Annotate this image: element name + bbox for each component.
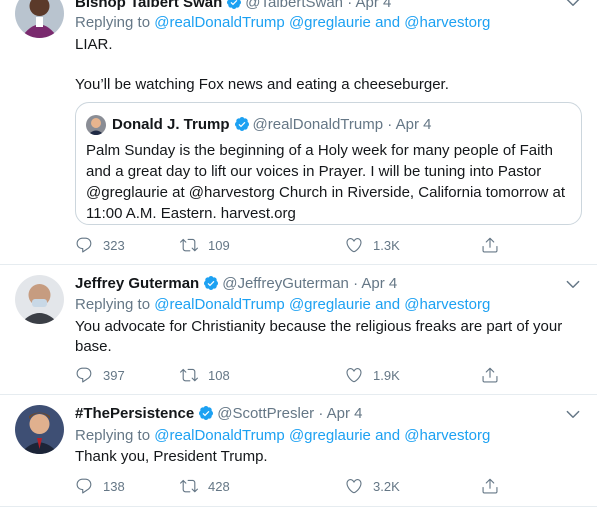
reply-button[interactable]: 138 [75,476,125,496]
chevron-down-icon[interactable] [564,0,582,11]
retweet-button[interactable]: 428 [180,476,230,496]
like-count: 1.9K [373,367,400,383]
replying-to: Replying to @realDonaldTrump @greglaurie… [75,296,491,313]
separator-dot: · [318,405,324,422]
mention-link[interactable]: @greglaurie [289,427,371,444]
replying-to: Replying to @realDonaldTrump @greglaurie… [75,427,491,444]
mention-link[interactable]: @realDonaldTrump [154,14,285,31]
like-icon [345,236,363,254]
reply-icon [75,236,93,254]
like-icon [345,366,363,384]
tweet-actions: 138 428 3.2K [75,476,505,496]
mention-link[interactable]: @harvestorg [404,14,490,31]
tweet-card[interactable]: #ThePersistence @ScottPresler · Apr 4 Rep… [0,395,597,507]
like-count: 1.3K [373,237,400,253]
tweet-text: Thank you, President Trump. [75,448,268,465]
like-button[interactable]: 1.3K [345,235,400,255]
quoted-tweet-header: Donald J. Trump @realDonaldTrump · Apr 4 [112,115,431,135]
timestamp[interactable]: Apr 4 [327,405,363,422]
chevron-down-icon[interactable] [564,275,582,293]
verified-badge-icon [198,405,214,421]
mention-link[interactable]: @realDonaldTrump [154,296,285,313]
separator-dot: · [387,116,393,133]
mention-link[interactable]: @harvestorg [404,427,490,444]
reply-button[interactable]: 397 [75,365,125,385]
reply-icon [75,477,93,495]
share-button[interactable] [481,235,499,255]
retweet-button[interactable]: 109 [180,235,230,255]
retweet-count: 428 [208,478,230,494]
mention-link[interactable]: @harvestorg [404,296,490,313]
avatar[interactable] [15,405,64,454]
verified-badge-icon [234,116,250,132]
display-name[interactable]: #ThePersistence [75,405,194,422]
username[interactable]: @TalbertSwan [245,0,343,11]
quoted-tweet[interactable]: Donald J. Trump @realDonaldTrump · Apr 4 … [75,102,582,225]
timestamp[interactable]: Apr 4 [361,275,397,292]
retweet-button[interactable]: 108 [180,365,230,385]
verified-badge-icon [226,0,242,10]
display-name[interactable]: Jeffrey Guterman [75,275,199,292]
avatar [86,115,106,135]
tweet-actions: 397 108 1.9K [75,365,505,385]
share-icon [481,366,499,384]
display-name[interactable]: Bishop Talbert Swan [75,0,222,11]
timestamp: Apr 4 [395,116,432,133]
username[interactable]: @ScottPresler [217,405,314,422]
tweet-header: Jeffrey Guterman @JeffreyGuterman · Apr 4 [75,274,397,294]
like-icon [345,477,363,495]
chevron-down-icon[interactable] [564,405,582,423]
reply-icon [75,366,93,384]
share-icon [481,236,499,254]
retweet-icon [180,477,198,495]
avatar[interactable] [15,0,64,38]
replying-to: Replying to @realDonaldTrump @greglaurie… [75,14,491,31]
reply-count: 323 [103,237,125,253]
retweet-icon [180,366,198,384]
avatar[interactable] [15,275,64,324]
username[interactable]: @JeffreyGuterman [222,275,349,292]
tweet-text: LIAR. You’ll be watching Fox news and ea… [75,36,449,93]
mention-link[interactable]: @realDonaldTrump [154,427,285,444]
tweet-header: #ThePersistence @ScottPresler · Apr 4 [75,404,363,424]
retweet-count: 108 [208,367,230,383]
share-icon [481,477,499,495]
share-button[interactable] [481,476,499,496]
like-button[interactable]: 3.2K [345,476,400,496]
tweet-header: Bishop Talbert Swan @TalbertSwan · Apr 4 [75,0,391,13]
separator-dot: · [353,275,359,292]
display-name: Donald J. Trump [112,116,230,133]
like-count: 3.2K [373,478,400,494]
retweet-count: 109 [208,237,230,253]
mention-link[interactable]: @greglaurie [289,296,371,313]
reply-count: 397 [103,367,125,383]
tweet-text: You advocate for Christianity because th… [75,318,563,355]
tweet-actions: 323 109 1.3K [75,235,505,255]
retweet-icon [180,236,198,254]
tweet-card[interactable]: Bishop Talbert Swan @TalbertSwan · Apr 4 … [0,0,597,265]
reply-count: 138 [103,478,125,494]
share-button[interactable] [481,365,499,385]
tweet-card[interactable]: Jeffrey Guterman @JeffreyGuterman · Apr 4… [0,265,597,395]
mention-link[interactable]: @greglaurie [289,14,371,31]
username: @realDonaldTrump [252,116,384,133]
quoted-tweet-text: Palm Sunday is the beginning of a Holy w… [86,142,565,222]
reply-button[interactable]: 323 [75,235,125,255]
like-button[interactable]: 1.9K [345,365,400,385]
verified-badge-icon [203,275,219,291]
separator-dot: · [347,0,353,11]
timestamp[interactable]: Apr 4 [356,0,392,11]
